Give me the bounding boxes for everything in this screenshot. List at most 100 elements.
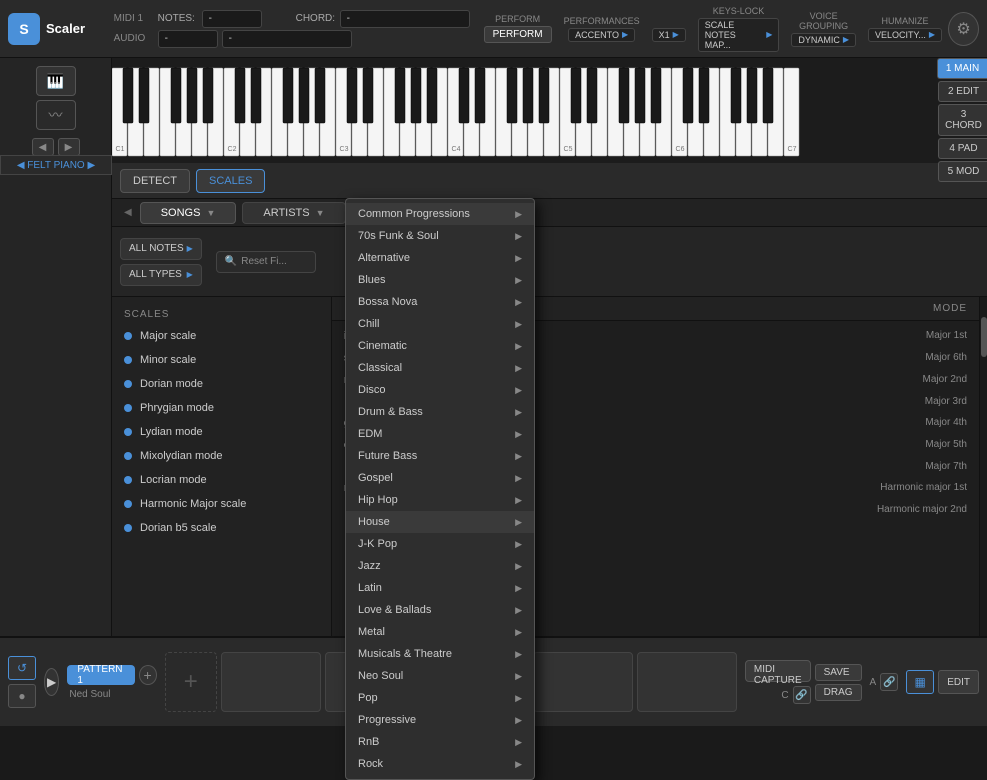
scale-list-item[interactable]: Phrygian mode — [112, 396, 331, 420]
dropdown-item-label: Pop — [358, 692, 378, 704]
dropdown-menu-item[interactable]: Musicals & Theatre ▶ — [346, 643, 534, 665]
edit-tab[interactable]: 2 EDIT — [938, 81, 987, 102]
sidebar-nav-arrows: ◀ ▶ — [32, 138, 80, 156]
songs-tab[interactable]: SONGS ▼ — [140, 202, 237, 224]
dynamic-value[interactable]: DYNAMIC ▶ — [791, 33, 856, 47]
dropdown-menu-item[interactable]: Progressive▶ — [346, 709, 534, 731]
piano-svg: C1C2C3C4C5C6C7 — [112, 58, 987, 163]
scale-list-item[interactable]: Dorian mode — [112, 372, 331, 396]
scale-list-item[interactable]: Dorian b5 scale — [112, 516, 331, 540]
all-notes-filter[interactable]: ALL NOTES ▶ — [120, 238, 202, 260]
save-button[interactable]: SAVE — [815, 664, 862, 681]
loop-button[interactable]: ↺ — [8, 656, 36, 680]
dropdown-menu-item[interactable]: Latin▶ — [346, 577, 534, 599]
sub-arrow-icon: ▶ — [515, 649, 522, 660]
velocity-value[interactable]: VELOCITY... ▶ — [868, 28, 942, 42]
link-button[interactable]: 🔗 — [793, 686, 811, 704]
piano-view-button[interactable]: 🎹 — [36, 66, 76, 96]
songs-tabs-row: ◀ SONGS ▼ ARTISTS ▼ USER ▼ — [112, 199, 987, 227]
scale-name: Lydian mode — [140, 426, 203, 438]
dropdown-menu-item[interactable]: EDM▶ — [346, 423, 534, 445]
dropdown-item-label: Musicals & Theatre — [358, 648, 452, 660]
x1-value[interactable]: X1 ▶ — [652, 28, 686, 42]
scale-list-item[interactable]: Minor scale — [112, 348, 331, 372]
detect-button[interactable]: DETECT — [120, 169, 190, 193]
felt-piano-label[interactable]: ◀ FELT PIANO ▶ — [0, 155, 112, 175]
scale-dot — [124, 476, 132, 484]
all-types-filter[interactable]: ALL TYPES ▶ — [120, 264, 202, 286]
chord-input[interactable]: - — [340, 10, 470, 28]
dropdown-menu-item[interactable]: Chill▶ — [346, 313, 534, 335]
artists-tab[interactable]: ARTISTS ▼ — [242, 202, 345, 224]
link-button-2[interactable]: 🔗 — [880, 673, 898, 691]
dropdown-menu-item[interactable]: Alternative▶ — [346, 247, 534, 269]
scale-list-item[interactable]: Major scale — [112, 324, 331, 348]
scale-name: Major scale — [140, 330, 196, 342]
chord-slot-5[interactable] — [637, 652, 737, 712]
dropdown-menu-item[interactable]: J-K Pop▶ — [346, 533, 534, 555]
scale-list-item[interactable]: Locrian mode — [112, 468, 331, 492]
dropdown-menu-item[interactable]: 70s Funk & Soul▶ — [346, 225, 534, 247]
add-chord-button[interactable]: + — [165, 652, 217, 712]
mode-item-mode: Major 2nd — [923, 374, 967, 386]
dropdown-menu-item[interactable]: Jazz▶ — [346, 555, 534, 577]
chord-slot-1[interactable] — [221, 652, 321, 712]
dropdown-menu-item[interactable]: Drum & Bass▶ — [346, 401, 534, 423]
dropdown-menu-item[interactable]: Common Progressions▶ — [346, 203, 534, 225]
midi1-label: MIDI 1 — [114, 13, 154, 24]
dropdown-menu-item[interactable]: RnB▶ — [346, 731, 534, 753]
dropdown-menu-item[interactable]: Future Bass▶ — [346, 445, 534, 467]
play-button[interactable]: ▶ — [44, 668, 59, 696]
dropdown-menu-item[interactable]: Love & Ballads▶ — [346, 599, 534, 621]
dropdown-menu-item[interactable]: Rock▶ — [346, 753, 534, 775]
voice-grouping-section: VOICE GROUPING DYNAMIC ▶ — [791, 11, 856, 47]
dropdown-item-label: Progressive — [358, 714, 416, 726]
mode-item-mode: Major 3rd — [925, 396, 967, 407]
edit-bottom-button[interactable]: EDIT — [938, 670, 979, 694]
dropdown-menu-item[interactable]: Blues▶ — [346, 269, 534, 291]
dropdown-menu-item[interactable]: Bossa Nova▶ — [346, 291, 534, 313]
wave-view-button[interactable]: 〰 — [36, 100, 76, 130]
scale-list-item[interactable]: Harmonic Major scale — [112, 492, 331, 516]
midi-capture-button[interactable]: MIDI CAPTURE — [745, 660, 811, 682]
audio-input1[interactable]: - — [158, 30, 218, 48]
scale-notes-value[interactable]: SCALE NOTES MAP... ▶ — [698, 18, 780, 52]
dropdown-item-label: Disco — [358, 384, 386, 396]
scale-name: Phrygian mode — [140, 402, 214, 414]
grid-button[interactable]: ▦ — [906, 670, 934, 694]
mod-tab[interactable]: 5 MOD — [938, 161, 987, 182]
scales-button[interactable]: SCALES — [196, 169, 265, 193]
pattern1-button[interactable]: PATTERN 1 — [67, 665, 134, 685]
prev-arrow-button[interactable]: ◀ — [32, 138, 54, 156]
notes-input[interactable]: - — [202, 10, 262, 28]
dropdown-menu-item[interactable]: Disco▶ — [346, 379, 534, 401]
dropdown-item-label: Hip Hop — [358, 494, 398, 506]
dropdown-menu-item[interactable]: House▶ — [346, 511, 534, 533]
add-pattern-button[interactable]: + — [139, 665, 157, 685]
dropdown-menu-item[interactable]: Hip Hop▶ — [346, 489, 534, 511]
pad-tab[interactable]: 4 PAD — [938, 138, 987, 159]
chord-tab[interactable]: 3 CHORD — [938, 104, 987, 136]
audio-input2[interactable]: - — [222, 30, 352, 48]
accento-value[interactable]: ACCENTO ▶ — [568, 28, 635, 42]
dropdown-menu-item[interactable]: Neo Soul▶ — [346, 665, 534, 687]
dropdown-menu-item[interactable]: Classical▶ — [346, 357, 534, 379]
scale-list-item[interactable]: Lydian mode — [112, 420, 331, 444]
main-tab[interactable]: 1 MAIN — [937, 58, 987, 79]
perform-label: PERFORM — [495, 14, 540, 24]
dropdown-menu-item[interactable]: Pop▶ — [346, 687, 534, 709]
humanize-label: HUMANIZE — [882, 16, 929, 26]
dropdown-item-label: Chill — [358, 318, 379, 330]
performances-section: PERFORMANCES ACCENTO ▶ — [564, 16, 640, 42]
dropdown-menu-item[interactable]: Cinematic▶ — [346, 335, 534, 357]
next-arrow-button[interactable]: ▶ — [58, 138, 80, 156]
drag-button[interactable]: DRAG — [815, 684, 862, 701]
chord-slot-4[interactable] — [533, 652, 633, 712]
settings-button[interactable]: ⚙ — [948, 12, 979, 46]
record-button[interactable]: ● — [8, 684, 36, 708]
dropdown-menu-item[interactable]: Gospel▶ — [346, 467, 534, 489]
dropdown-menu-item[interactable]: Metal▶ — [346, 621, 534, 643]
scale-list-item[interactable]: Mixolydian mode — [112, 444, 331, 468]
perform-button[interactable]: PERFORM — [484, 26, 552, 43]
svg-text:C3: C3 — [340, 146, 349, 153]
